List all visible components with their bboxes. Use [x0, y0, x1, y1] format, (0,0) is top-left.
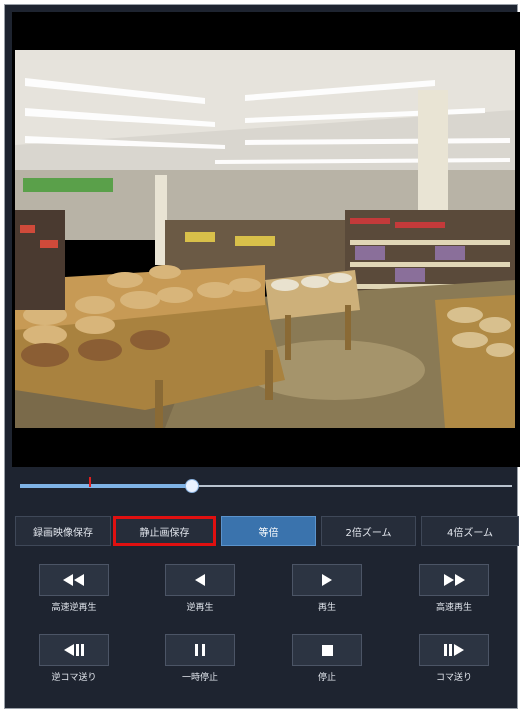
save-recording-button[interactable]: 録画映像保存	[15, 516, 111, 546]
fast-forward-button[interactable]	[419, 564, 489, 596]
reverse-play-control: 逆再生	[165, 564, 235, 613]
fast-reverse-button[interactable]	[39, 564, 109, 596]
video-viewer	[12, 12, 520, 467]
control-label: 停止	[317, 673, 336, 683]
play-icon	[322, 574, 332, 586]
reverse-play-icon	[195, 574, 205, 586]
pause-button[interactable]	[165, 634, 235, 666]
fast-rewind-icon	[63, 574, 84, 586]
seek-thumb[interactable]	[185, 479, 200, 493]
control-label: 再生	[317, 603, 336, 613]
fast-forward-control: 高速再生	[419, 564, 489, 613]
step-forward-control: コマ送り	[419, 634, 489, 683]
control-label: 高速再生	[435, 603, 472, 613]
playback-controls: 高速逆再生 逆再生 再生 高速再生 逆コマ送り 一時停止 停止 コマ送り	[12, 560, 520, 700]
zoom-2x-button[interactable]: 2倍ズーム	[321, 516, 416, 546]
seek-bar[interactable]	[12, 471, 520, 501]
step-back-control: 逆コマ送り	[39, 634, 109, 683]
step-forward-icon	[444, 644, 464, 656]
control-label: 一時停止	[181, 673, 218, 683]
playback-panel: 録画映像保存 静止画保存 等倍 2倍ズーム 4倍ズーム 高速逆再生 逆再生 再生	[4, 4, 520, 709]
fast-forward-icon	[444, 574, 465, 586]
seek-marker	[89, 477, 91, 487]
play-control: 再生	[292, 564, 362, 613]
fast-reverse-control: 高速逆再生	[39, 564, 109, 613]
stop-control: 停止	[292, 634, 362, 683]
step-forward-button[interactable]	[419, 634, 489, 666]
reverse-play-button[interactable]	[165, 564, 235, 596]
step-back-icon	[64, 644, 84, 656]
control-label: 高速逆再生	[51, 603, 97, 613]
video-frame[interactable]	[15, 50, 515, 428]
pause-icon	[195, 644, 205, 656]
action-tabbar: 録画映像保存 静止画保存 等倍 2倍ズーム 4倍ズーム	[12, 514, 520, 548]
stop-button[interactable]	[292, 634, 362, 666]
zoom-1x-button[interactable]: 等倍	[221, 516, 316, 546]
zoom-4x-button[interactable]: 4倍ズーム	[421, 516, 519, 546]
control-label: 逆再生	[186, 603, 214, 613]
save-still-image-button[interactable]: 静止画保存	[113, 516, 216, 546]
seek-progress	[20, 484, 193, 488]
play-button[interactable]	[292, 564, 362, 596]
step-back-button[interactable]	[39, 634, 109, 666]
store-sign	[23, 178, 113, 192]
video-image	[15, 50, 515, 428]
control-label: コマ送り	[435, 673, 472, 683]
control-label: 逆コマ送り	[51, 673, 97, 683]
pause-control: 一時停止	[165, 634, 235, 683]
stop-icon	[321, 644, 333, 656]
